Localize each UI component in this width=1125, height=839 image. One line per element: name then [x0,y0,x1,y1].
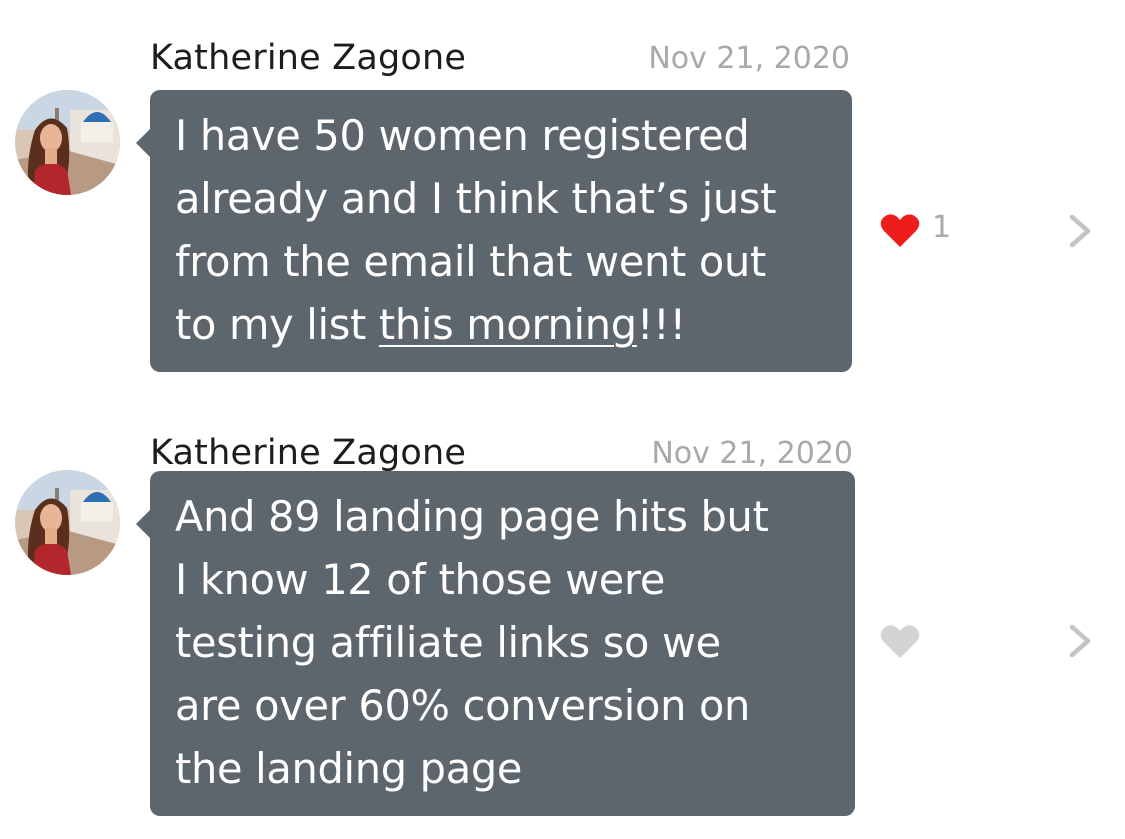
profile-photo-icon [15,470,120,575]
message-text-line: from the email that went out [175,237,766,286]
heart-icon [880,214,920,247]
message-feed: Katherine Zagone Nov 21, 2020 I have 50 … [0,0,1125,839]
profile-photo-icon [15,90,120,195]
avatar[interactable] [15,90,120,195]
message-text-line: I know 12 of those were [175,555,666,604]
message-bubble[interactable]: And 89 landing page hits but I know 12 o… [136,471,855,816]
chevron-right-icon [1069,214,1091,248]
message-timestamp: Nov 21, 2020 [648,41,850,76]
like-button[interactable]: 1 [880,209,952,248]
message-bubble[interactable]: I have 50 women registered already and I… [136,90,852,372]
message-item: Katherine Zagone Nov 21, 2020 I have 50 … [0,0,1125,390]
message-text-line: are over 60% conversion on [175,681,751,730]
like-count: 1 [932,209,952,245]
message-text-line: testing affiliate links so we [175,618,721,667]
heart-icon [880,625,920,658]
sender-name[interactable]: Katherine Zagone [150,433,466,473]
chevron-right-icon [1069,624,1091,658]
open-thread-button[interactable] [1066,621,1096,661]
message-text-segment: to my list [175,300,379,349]
message-text-segment: !!! [636,300,686,349]
message-timestamp: Nov 21, 2020 [651,436,853,471]
sender-name[interactable]: Katherine Zagone [150,38,466,78]
message-text-line: And 89 landing page hits but [175,492,769,541]
message-text-line: I have 50 women registered [175,111,750,160]
message-item: Katherine Zagone Nov 21, 2020 And 89 lan… [0,395,1125,839]
message-link[interactable]: this morning [379,300,637,349]
open-thread-button[interactable] [1066,211,1096,251]
message-text-line: already and I think that’s just [175,174,777,223]
avatar[interactable] [15,470,120,575]
like-button[interactable] [880,623,932,659]
message-text-line: the landing page [175,744,523,793]
message-text-line: to my list this morning!!! [175,293,832,356]
